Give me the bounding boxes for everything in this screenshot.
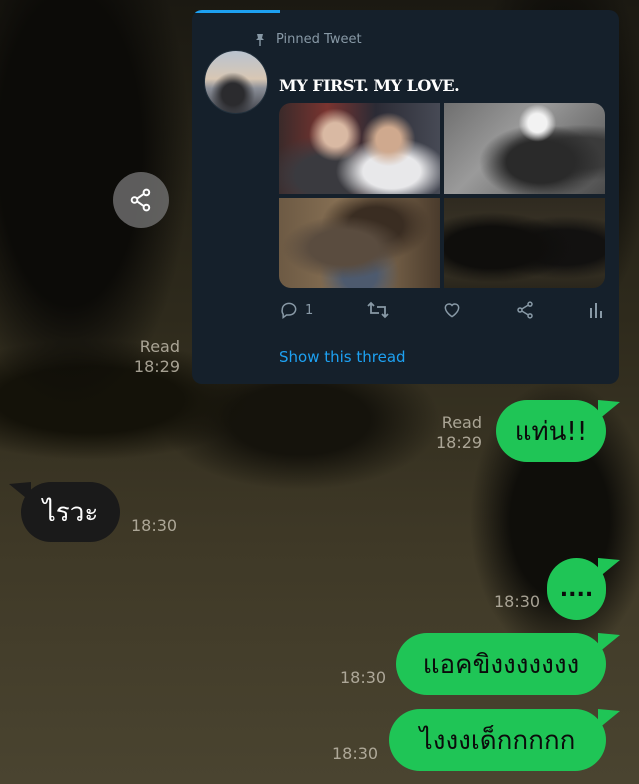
message-bubble-outgoing[interactable]: .... — [547, 558, 606, 620]
like-button[interactable] — [442, 300, 462, 320]
message-time: 18:29 — [133, 357, 180, 376]
tweet-photo[interactable] — [444, 197, 605, 288]
message-bubble-incoming[interactable]: ไรวะ — [21, 482, 120, 542]
reply-button[interactable]: 1 — [279, 300, 313, 320]
show-thread-link[interactable]: Show this thread — [279, 348, 406, 366]
avatar[interactable] — [204, 50, 268, 114]
message-time: 18:30 — [332, 744, 379, 763]
message-time: 18:29 — [436, 433, 483, 452]
message-text: ไงงงเด็กกกกก — [419, 725, 576, 756]
message-text: แท่น!! — [514, 416, 588, 447]
message-meta: Read 18:29 — [436, 413, 482, 453]
reply-icon — [281, 302, 297, 319]
message-text: .... — [559, 576, 594, 602]
tweet-actions: 1 — [279, 300, 605, 320]
shared-tweet-card[interactable]: Pinned Tweet MY FIRST. MY LOVE. 1 Show t… — [192, 10, 619, 384]
message-text: ไรวะ — [42, 497, 99, 528]
share-icon — [130, 188, 151, 212]
analytics-button[interactable] — [587, 300, 605, 320]
reply-count: 1 — [305, 302, 314, 318]
share-tweet-button[interactable] — [515, 300, 535, 320]
message-bubble-outgoing[interactable]: แอคขิงงงงงงง — [396, 633, 606, 695]
message-time: 18:30 — [131, 516, 178, 535]
message-bubble-outgoing[interactable]: แท่น!! — [496, 400, 606, 462]
tweet-progress-bar — [192, 10, 280, 13]
message-time: 18:30 — [340, 668, 387, 687]
tweet-text: MY FIRST. MY LOVE. — [279, 76, 460, 95]
pin-icon — [256, 33, 264, 46]
pinned-label-text: Pinned Tweet — [276, 32, 362, 47]
analytics-icon — [589, 303, 602, 318]
read-status: Read — [441, 413, 482, 432]
retweet-icon — [367, 301, 389, 319]
read-status: Read — [139, 337, 180, 356]
share-icon — [516, 301, 533, 319]
tweet-photo[interactable] — [279, 103, 440, 194]
retweet-button[interactable] — [366, 300, 390, 320]
message-time: 18:30 — [494, 592, 541, 611]
tweet-photo[interactable] — [444, 103, 605, 194]
tweet-media-grid[interactable] — [279, 103, 605, 288]
message-text: แอคขิงงงงงงง — [422, 649, 580, 680]
shared-post-meta: Read 18:29 — [128, 337, 180, 377]
pinned-tweet-label: Pinned Tweet — [254, 32, 362, 47]
heart-icon — [444, 303, 460, 318]
tweet-photo[interactable] — [279, 197, 440, 288]
share-button[interactable] — [113, 172, 169, 228]
message-bubble-outgoing[interactable]: ไงงงเด็กกกกก — [389, 709, 606, 771]
